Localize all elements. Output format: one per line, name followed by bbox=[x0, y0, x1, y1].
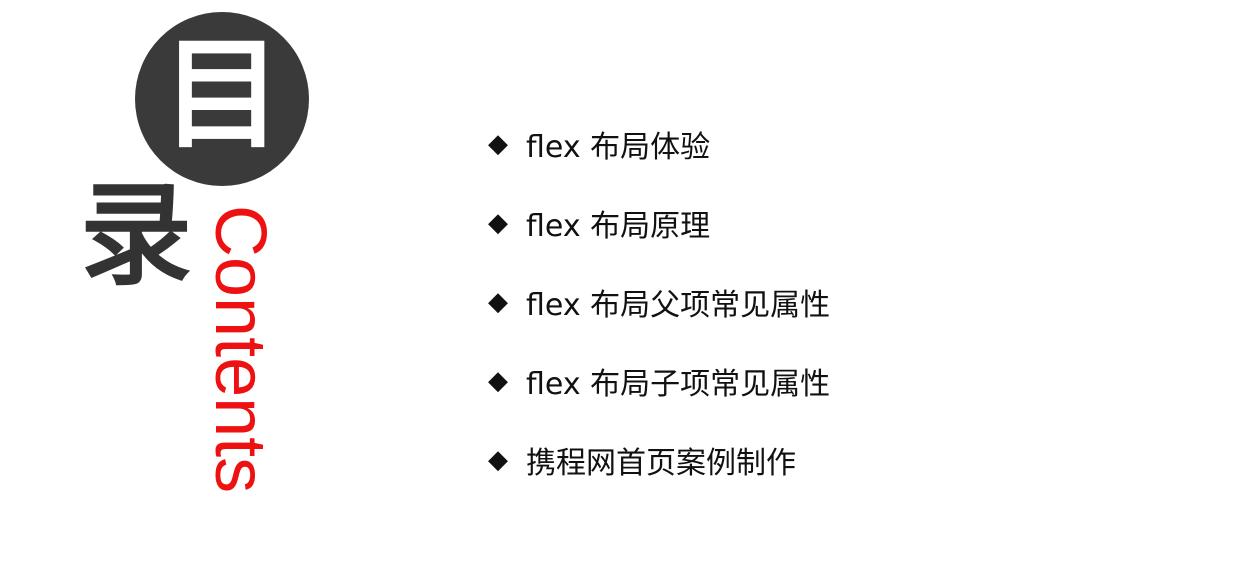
toc-item-label: flex 布局父项常见属性 bbox=[526, 288, 831, 323]
toc-item: ◆ flex 布局原理 bbox=[488, 199, 830, 247]
title-char-mu: 目 bbox=[162, 26, 282, 165]
slide: 目 录 Contents ◆ flex 布局体验 ◆ flex 布局原理 ◆ f… bbox=[0, 0, 1259, 584]
title-char-lu: 录 bbox=[80, 171, 192, 301]
diamond-bullet-icon: ◆ bbox=[488, 366, 508, 396]
title-circle: 目 bbox=[135, 12, 309, 186]
toc-item-label: flex 布局体验 bbox=[526, 130, 711, 165]
diamond-bullet-icon: ◆ bbox=[488, 287, 508, 317]
diamond-bullet-icon: ◆ bbox=[488, 129, 508, 159]
toc-item-label: 携程网首页案例制作 bbox=[526, 446, 796, 481]
contents-subtitle: Contents bbox=[200, 205, 280, 494]
toc-item-label: flex 布局原理 bbox=[526, 209, 711, 244]
toc-list: ◆ flex 布局体验 ◆ flex 布局原理 ◆ flex 布局父项常见属性 … bbox=[488, 120, 830, 515]
toc-item: ◆ flex 布局体验 bbox=[488, 120, 830, 168]
diamond-bullet-icon: ◆ bbox=[488, 208, 508, 238]
toc-item: ◆ flex 布局子项常见属性 bbox=[488, 357, 830, 405]
toc-item-label: flex 布局子项常见属性 bbox=[526, 367, 831, 402]
toc-item: ◆ 携程网首页案例制作 bbox=[488, 436, 830, 484]
diamond-bullet-icon: ◆ bbox=[488, 445, 508, 475]
toc-item: ◆ flex 布局父项常见属性 bbox=[488, 278, 830, 326]
